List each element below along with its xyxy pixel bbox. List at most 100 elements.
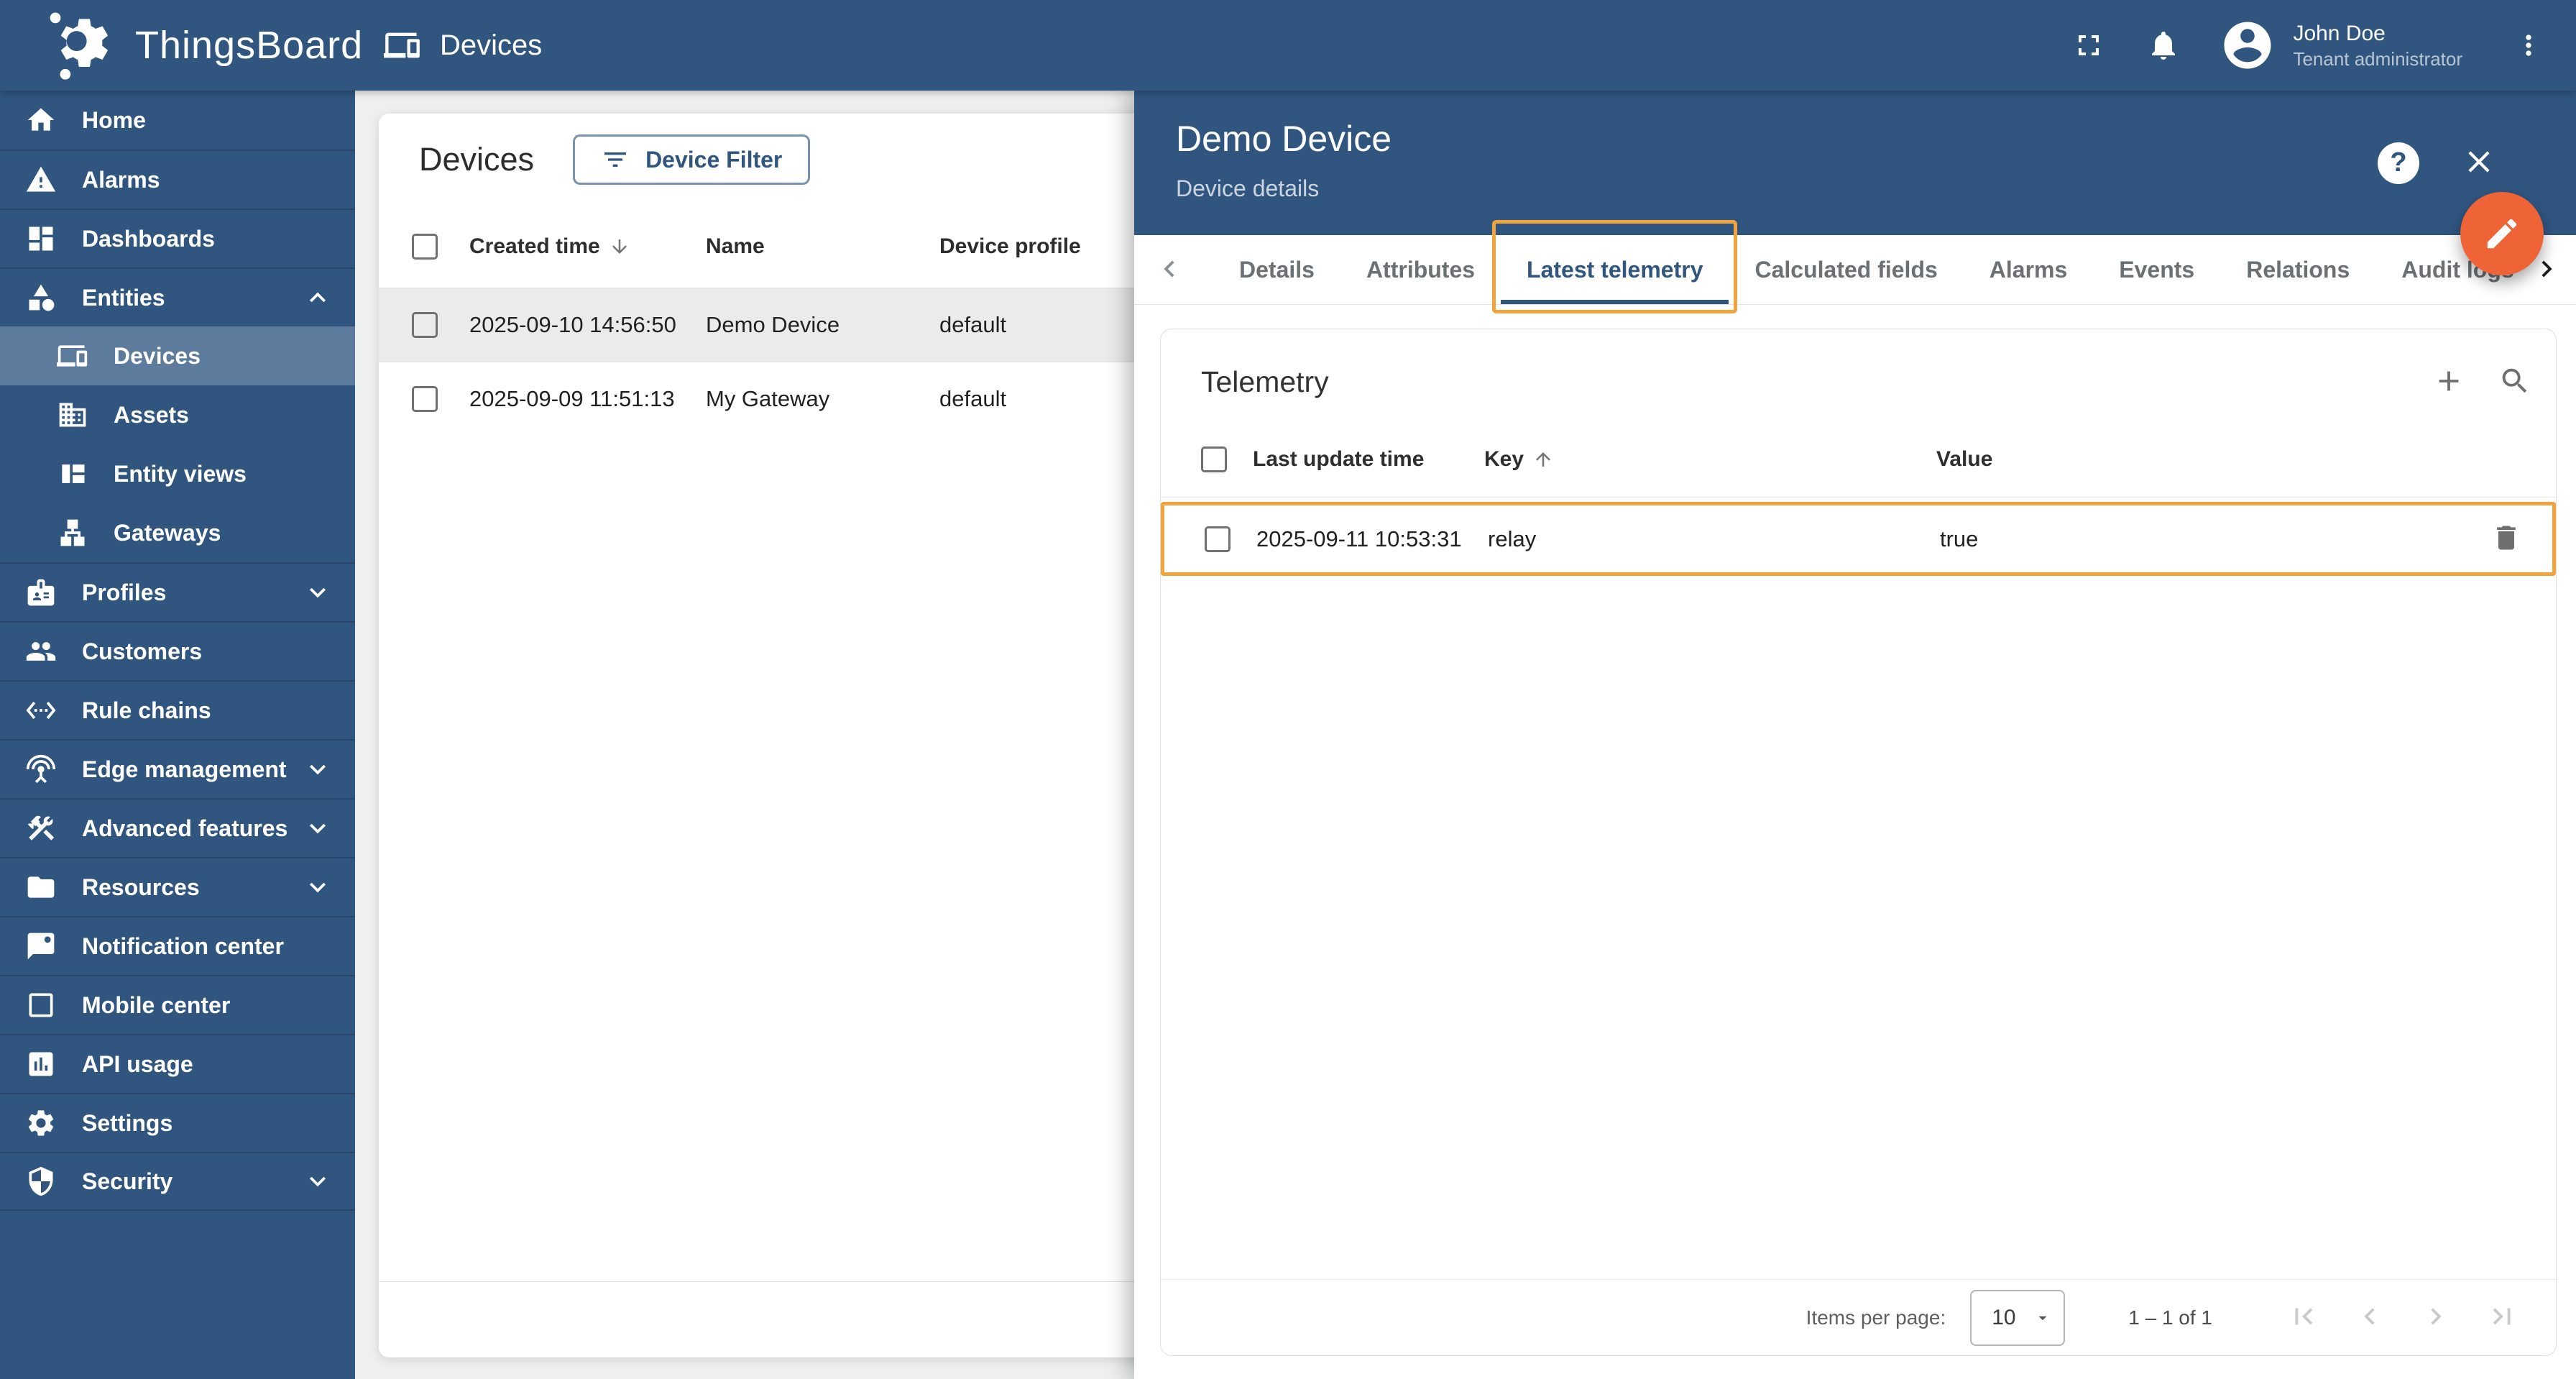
help-button[interactable]: ? (2378, 142, 2419, 184)
column-header-value[interactable]: Value (1936, 447, 2464, 472)
column-header-name[interactable]: Name (706, 234, 939, 259)
sidebar-item-label: Rule chains (82, 697, 211, 723)
tab-latest-telemetry[interactable]: Latest telemetry (1492, 220, 1738, 313)
select-all-checkbox[interactable] (412, 234, 438, 260)
drawer-header: Demo Device Device details ? (1134, 91, 2576, 235)
tab-attributes[interactable]: Attributes (1340, 235, 1501, 304)
sidebar-item-notification-center[interactable]: Notification center (0, 916, 355, 975)
sidebar-item-assets[interactable]: Assets (0, 385, 355, 444)
row-checkbox[interactable] (412, 312, 438, 338)
sidebar-item-alarms[interactable]: Alarms (0, 150, 355, 209)
edge-management-icon (24, 753, 58, 786)
customers-icon (24, 635, 58, 668)
cell-created-time: 2025-09-10 14:56:50 (469, 312, 676, 337)
sidebar-item-mobile-center[interactable]: Mobile center (0, 975, 355, 1034)
thingsboard-logo-icon (46, 8, 121, 83)
telemetry-row-relay[interactable]: 2025-09-11 10:53:31 relay true (1161, 502, 2556, 576)
row-checkbox[interactable] (412, 386, 438, 412)
sidebar-item-resources[interactable]: Resources (0, 857, 355, 916)
avatar-icon (2220, 17, 2276, 73)
sidebar-item-label: Alarms (82, 166, 160, 193)
chevron-down-icon (302, 812, 334, 844)
sidebar-item-api-usage[interactable]: API usage (0, 1034, 355, 1093)
tab-label: Latest telemetry (1527, 256, 1703, 283)
sidebar-item-settings[interactable]: Settings (0, 1093, 355, 1152)
sidebar-item-label: Resources (82, 874, 200, 900)
app-logo[interactable]: ThingsBoard (0, 8, 362, 83)
sidebar-item-rule-chains[interactable]: Rule chains (0, 680, 355, 739)
tab-calculated-fields[interactable]: Calculated fields (1729, 235, 1963, 304)
select-all-checkbox[interactable] (1201, 446, 1227, 472)
first-page-button[interactable] (2287, 1300, 2320, 1335)
sidebar-item-security[interactable]: Security (0, 1152, 355, 1211)
column-header-created-time[interactable]: Created time (469, 234, 706, 259)
topbar: ThingsBoard Devices John Doe Tenant admi… (0, 0, 2576, 91)
tab-details[interactable]: Details (1213, 235, 1340, 304)
delete-telemetry-button[interactable] (2490, 522, 2522, 556)
next-page-button[interactable] (2419, 1300, 2452, 1335)
sidebar-item-devices[interactable]: Devices (0, 326, 355, 385)
sidebar-item-gateways[interactable]: Gateways (0, 503, 355, 562)
search-telemetry-button[interactable] (2498, 365, 2531, 400)
last-page-button[interactable] (2485, 1300, 2518, 1335)
tab-events[interactable]: Events (2093, 235, 2220, 304)
sidebar: Home Alarms Dashboards Entities Devices … (0, 91, 355, 1379)
sidebar-item-label: Advanced features (82, 815, 288, 841)
advanced-features-icon (24, 812, 58, 845)
user-name: John Doe (2293, 22, 2386, 45)
sidebar-item-home[interactable]: Home (0, 91, 355, 150)
profiles-icon (24, 576, 58, 609)
page-size-value: 10 (1992, 1305, 2016, 1329)
notifications-button[interactable] (2146, 28, 2181, 63)
device-filter-button[interactable]: Device Filter (573, 134, 811, 185)
close-button[interactable] (2461, 144, 2497, 182)
chevron-up-icon (302, 282, 334, 313)
bell-icon (2146, 28, 2181, 63)
filter-icon (601, 145, 630, 174)
column-header-last-update-time[interactable]: Last update time (1253, 447, 1484, 472)
add-telemetry-button[interactable] (2432, 365, 2465, 400)
user-menu[interactable] (2220, 17, 2276, 73)
edit-device-fab[interactable] (2460, 192, 2544, 275)
fullscreen-button[interactable] (2071, 28, 2106, 63)
sidebar-item-profiles[interactable]: Profiles (0, 562, 355, 621)
previous-page-button[interactable] (2353, 1300, 2386, 1335)
sidebar-item-advanced-features[interactable]: Advanced features (0, 798, 355, 857)
plus-icon (2432, 365, 2465, 398)
tab-relations[interactable]: Relations (2220, 235, 2375, 304)
tab-alarms[interactable]: Alarms (1964, 235, 2094, 304)
user-info: John Doe Tenant administrator (2293, 20, 2462, 70)
settings-icon (24, 1107, 58, 1140)
more-menu-button[interactable] (2513, 29, 2544, 61)
page-title: Devices (419, 141, 535, 178)
items-per-page-label: Items per page: (1806, 1306, 1946, 1329)
sidebar-item-edge-management[interactable]: Edge management (0, 739, 355, 798)
user-role: Tenant administrator (2293, 47, 2462, 70)
device-filter-label: Device Filter (645, 146, 783, 173)
sidebar-item-dashboards[interactable]: Dashboards (0, 209, 355, 267)
drawer-title: Demo Device (1176, 119, 1392, 159)
cell-name: My Gateway (706, 386, 830, 411)
devices-breadcrumb-icon (384, 27, 421, 64)
entity-views-icon (56, 457, 89, 490)
fullscreen-icon (2071, 28, 2106, 63)
security-icon (24, 1165, 58, 1198)
telemetry-title: Telemetry (1201, 365, 1329, 398)
sidebar-item-customers[interactable]: Customers (0, 621, 355, 680)
drawer-subtitle: Device details (1176, 175, 1320, 201)
dashboards-icon (24, 222, 58, 255)
page-size-select[interactable]: 10 (1970, 1289, 2066, 1346)
cell-last-update-time: 2025-09-11 10:53:31 (1256, 526, 1462, 551)
sidebar-item-entities[interactable]: Entities (0, 267, 355, 326)
column-header-key[interactable]: Key (1484, 447, 1936, 472)
pencil-icon (2483, 214, 2521, 253)
tabs-scroll-left-button[interactable] (1153, 252, 1186, 288)
logo-text: ThingsBoard (135, 24, 364, 67)
chevron-right-icon (2419, 1300, 2452, 1333)
sidebar-item-entity-views[interactable]: Entity views (0, 444, 355, 503)
row-checkbox[interactable] (1205, 526, 1230, 552)
entities-icon (24, 281, 58, 314)
topbar-actions: John Doe Tenant administrator (2071, 17, 2576, 73)
resources-icon (24, 871, 58, 904)
sidebar-item-label: Edge management (82, 756, 287, 782)
